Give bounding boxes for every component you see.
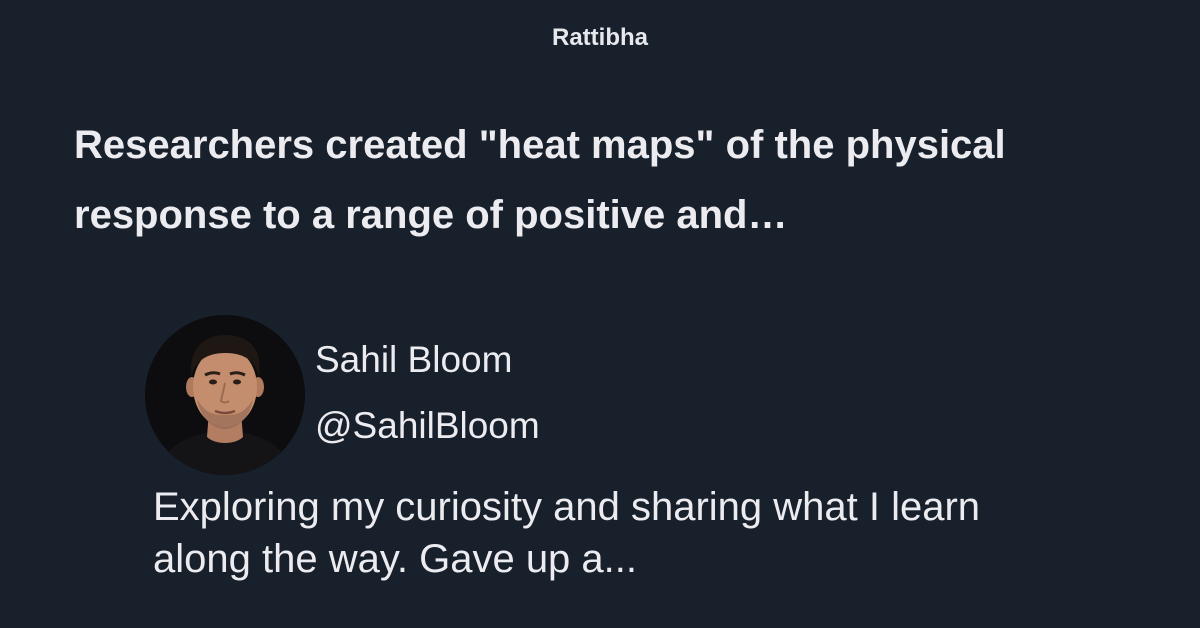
thread-title[interactable]: Researchers created "heat maps" of the p… xyxy=(74,110,1154,250)
profile-photo-icon xyxy=(145,315,305,475)
author-name[interactable]: Sahil Bloom xyxy=(315,339,512,381)
author-bio: Exploring my curiosity and sharing what … xyxy=(153,485,981,581)
site-name[interactable]: Rattibha xyxy=(0,24,1200,52)
author-handle[interactable]: @SahilBloom xyxy=(315,405,540,447)
author-avatar[interactable] xyxy=(145,315,305,475)
